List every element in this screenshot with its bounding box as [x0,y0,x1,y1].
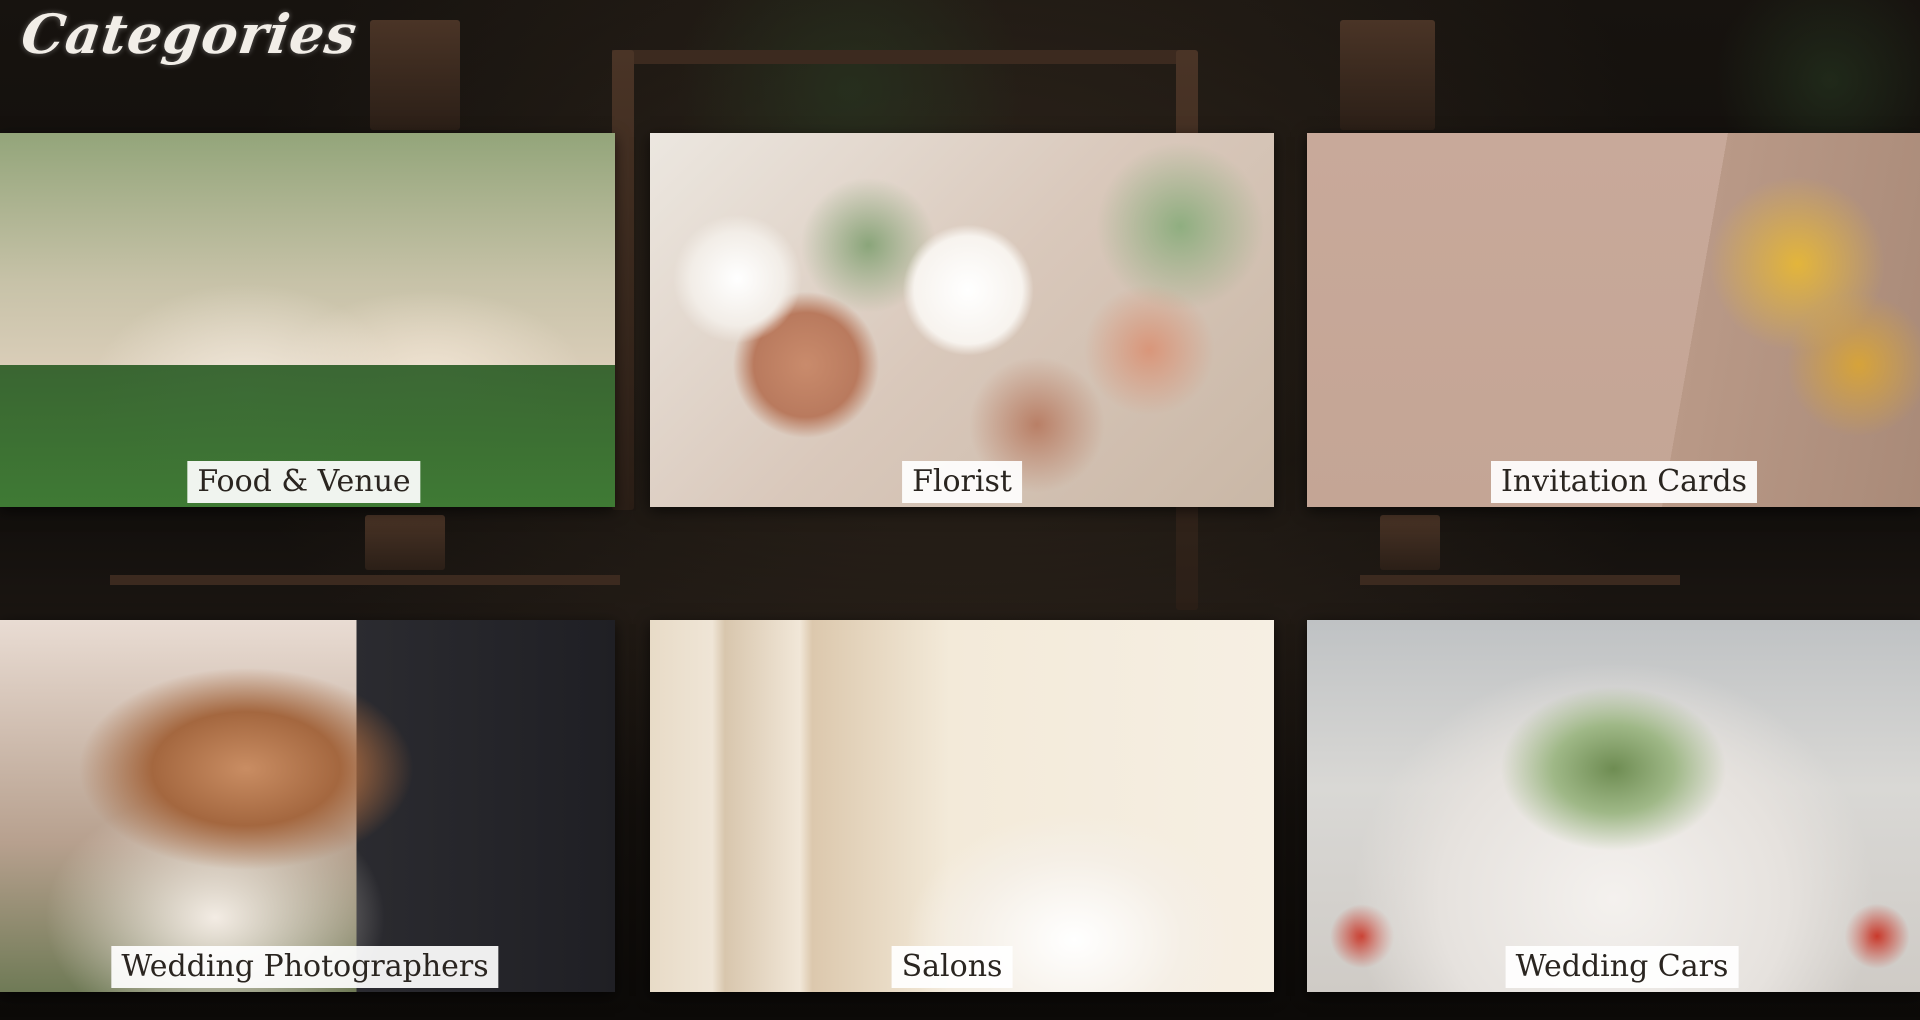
wedding-car-image [1307,620,1920,992]
category-label: Food & Venue [187,461,421,503]
category-label: Florist [902,461,1022,503]
category-label: Wedding Photographers [111,946,499,988]
salon-image [650,620,1274,992]
category-label: Salons [891,946,1013,988]
page-title: Categories [17,2,362,66]
category-label: Wedding Cars [1505,946,1739,988]
background-beam [1360,575,1680,585]
background-beam [612,50,1192,64]
category-label: Invitation Cards [1490,461,1758,503]
background-post [1340,20,1435,130]
category-card-salons[interactable]: Salons [650,620,1274,992]
photographer-image [0,620,615,992]
venue-image [0,133,615,507]
invitation-image [1307,133,1920,507]
category-card-wedding-photographers[interactable]: Wedding Photographers [0,620,615,992]
background-post [1380,515,1440,570]
background-post [365,515,445,570]
category-card-food-venue[interactable]: Food & Venue [0,133,615,507]
category-card-florist[interactable]: Florist [650,133,1274,507]
category-card-invitation-cards[interactable]: Invitation Cards [1307,133,1920,507]
category-card-wedding-cars[interactable]: Wedding Cars [1307,620,1920,992]
categories-page: Categories Food & Venue Florist Invitati… [0,0,1920,1020]
background-beam [110,575,620,585]
florist-image [650,133,1274,507]
background-post [612,50,634,510]
background-post [370,20,460,130]
